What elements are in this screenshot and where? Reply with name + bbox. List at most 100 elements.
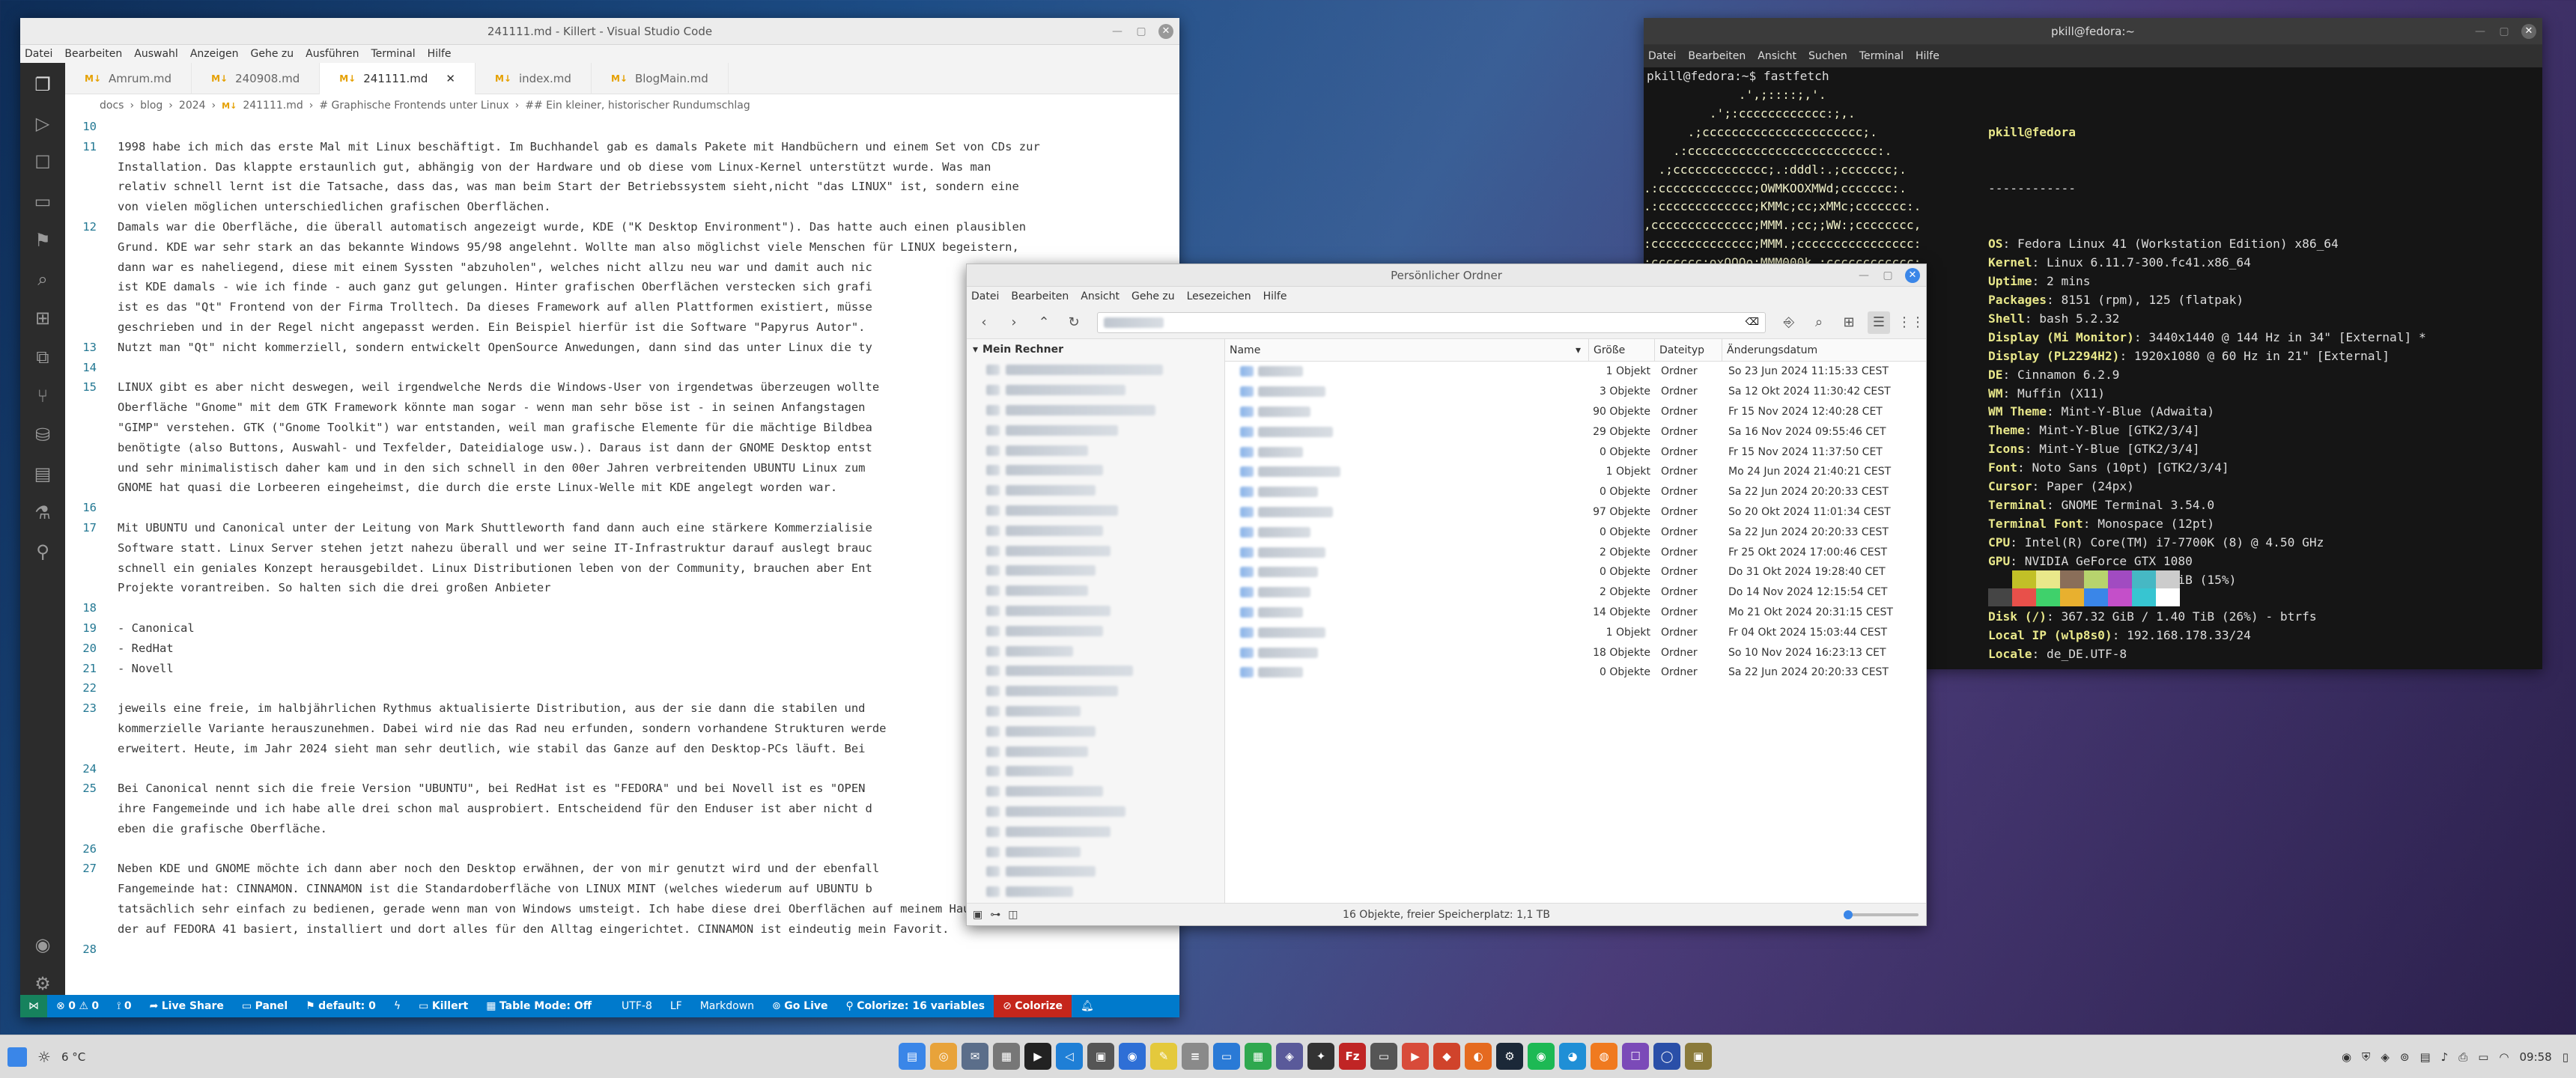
up-icon[interactable]: ⌃: [1033, 311, 1055, 334]
source-control-icon[interactable]: ⑂: [31, 385, 54, 407]
icon-view-icon[interactable]: ⊞: [1838, 311, 1860, 334]
volume-icon[interactable]: ♪: [2441, 1050, 2449, 1064]
branch-status[interactable]: ⚑ default: 0: [297, 1000, 385, 1012]
lightning-icon[interactable]: ϟ: [385, 1000, 410, 1012]
maximize-icon[interactable]: ▢: [1134, 25, 1148, 38]
menu-ansicht[interactable]: Ansicht: [1081, 290, 1120, 302]
minimize-icon[interactable]: —: [2473, 25, 2487, 38]
sidebar-item[interactable]: [967, 741, 1224, 761]
menu-datei[interactable]: Datei: [1648, 50, 1676, 62]
clear-location-icon[interactable]: ⌫: [1746, 317, 1759, 328]
table-row[interactable]: 1 Objekt Ordner So 23 Jun 2024 11:15:33 CE…: [1225, 362, 1926, 382]
editor-line[interactable]: 11 1998 habe ich mich das erste Mal mit L…: [65, 137, 1179, 157]
sidebar-item[interactable]: [967, 481, 1224, 501]
column-name[interactable]: Name ▾: [1225, 338, 1589, 362]
table-row[interactable]: 2 Objekte Ordner Do 14 Nov 2024 12:15:54 C…: [1225, 582, 1926, 603]
weather-icon[interactable]: ☼: [37, 1048, 51, 1066]
breadcrumb-h1[interactable]: # Graphische Frontends unter Linux: [319, 100, 508, 112]
menu-auswahl[interactable]: Auswahl: [134, 48, 178, 60]
minimize-icon[interactable]: —: [1857, 269, 1871, 282]
breadcrumb-docs[interactable]: docs: [100, 100, 124, 112]
tab-amrum[interactable]: M↓ Amrum.md: [65, 63, 192, 94]
close-icon[interactable]: ✕: [2521, 24, 2536, 39]
purple-app-icon[interactable]: ☐: [1622, 1043, 1649, 1070]
search-icon[interactable]: ⌕: [1808, 311, 1830, 334]
update-icon[interactable]: ◉: [2342, 1050, 2351, 1064]
bookmark-icon[interactable]: ⚑: [31, 229, 54, 252]
mail-app-icon[interactable]: ✉: [962, 1043, 988, 1070]
sidebar-item[interactable]: [967, 661, 1224, 681]
sidebar-item[interactable]: [967, 581, 1224, 601]
list-view-icon[interactable]: ☰: [1868, 311, 1890, 334]
editor-line[interactable]: 10: [65, 117, 1179, 137]
screenshot-app-icon[interactable]: ▣: [1087, 1043, 1114, 1070]
breadcrumb-file[interactable]: 241111.md: [243, 100, 303, 112]
table-row[interactable]: 0 Objekte Ordner Sa 22 Jun 2024 20:20:33 C…: [1225, 482, 1926, 502]
notes-app-icon[interactable]: ✎: [1150, 1043, 1177, 1070]
forward-icon[interactable]: ›: [1003, 311, 1025, 334]
edge-app-icon[interactable]: ◕: [1559, 1043, 1586, 1070]
tab-240908[interactable]: M↓ 240908.md: [192, 63, 321, 94]
editor-line[interactable]: Grund. KDE war sehr stark an das bekannt…: [65, 237, 1179, 258]
close-icon[interactable]: ✕: [1905, 268, 1920, 283]
chrome-app-icon[interactable]: ◎: [930, 1043, 957, 1070]
shield-icon[interactable]: ⛨: [2362, 1050, 2370, 1064]
desktop-show-icon[interactable]: ▯: [2563, 1050, 2569, 1064]
breadcrumb-blog[interactable]: blog: [140, 100, 162, 112]
table-mode-status[interactable]: ▦ Table Mode: Off: [477, 1000, 601, 1012]
remote-indicator-icon[interactable]: ⋈: [20, 995, 47, 1017]
table-row[interactable]: 90 Objekte Ordner Fr 15 Nov 2024 12:40:28 …: [1225, 402, 1926, 422]
location-bar[interactable]: ⌫: [1097, 311, 1766, 333]
menu-gehe-zu[interactable]: Gehe zu: [1131, 290, 1175, 302]
breadcrumb-2024[interactable]: 2024: [179, 100, 206, 112]
sidebar-item[interactable]: [967, 681, 1224, 701]
project-status[interactable]: ▭ Killert: [410, 1000, 477, 1012]
tab-blogmain[interactable]: M↓ BlogMain.md: [592, 63, 729, 94]
table-row[interactable]: 1 Objekt Ordner Fr 04 Okt 2024 15:03:44 CE…: [1225, 622, 1926, 642]
panel-button[interactable]: ▭ Panel: [233, 1000, 297, 1012]
language-status[interactable]: Markdown: [691, 1000, 763, 1012]
breadcrumb-h2[interactable]: ## Ein kleiner, historischer Rundumschla…: [525, 100, 750, 112]
maximize-icon[interactable]: ▢: [2497, 25, 2511, 38]
menu-bearbeiten[interactable]: Bearbeiten: [64, 48, 122, 60]
filezilla-app-icon[interactable]: Fz: [1339, 1043, 1366, 1070]
explorer-icon[interactable]: ❐: [31, 73, 54, 96]
menu-bearbeiten[interactable]: Bearbeiten: [1688, 50, 1746, 62]
tree-icon[interactable]: ⊶: [990, 909, 1000, 921]
table-row[interactable]: 29 Objekte Ordner Sa 16 Nov 2024 09:55:46 …: [1225, 421, 1926, 442]
steam-app-icon[interactable]: ⚙: [1496, 1043, 1523, 1070]
tab-index[interactable]: M↓ index.md: [476, 63, 592, 94]
printer-icon[interactable]: ⎙: [2458, 1050, 2467, 1064]
places-icon[interactable]: ▣: [973, 909, 982, 921]
sidebar-item[interactable]: [967, 401, 1224, 421]
editor-line[interactable]: 12 Damals war die Oberfläche, die überall…: [65, 217, 1179, 237]
problems-status[interactable]: ⊗ 0 ⚠ 0: [47, 1000, 108, 1012]
clipboard-icon[interactable]: ▤: [2419, 1050, 2430, 1064]
back-icon[interactable]: ‹: [973, 311, 995, 334]
eol-status[interactable]: LF: [661, 1000, 691, 1012]
sidebar-item[interactable]: [967, 821, 1224, 841]
menu-bearbeiten[interactable]: Bearbeiten: [1011, 290, 1069, 302]
table-row[interactable]: 1 Objekt Ordner Mo 24 Jun 2024 21:40:21 CE…: [1225, 462, 1926, 482]
menu-terminal[interactable]: Terminal: [371, 48, 416, 60]
sidebar-item[interactable]: [967, 761, 1224, 782]
git-graph-icon[interactable]: ⚲: [31, 540, 54, 563]
battery-icon[interactable]: ▭: [2478, 1050, 2488, 1064]
zoom-slider-handle[interactable]: [1844, 910, 1853, 919]
reload-icon[interactable]: ↻: [1063, 311, 1085, 334]
sidebar-item[interactable]: [967, 440, 1224, 460]
sidebar-item[interactable]: [967, 802, 1224, 822]
table-row[interactable]: 0 Objekte Ordner Fr 15 Nov 2024 11:37:50 C…: [1225, 442, 1926, 462]
terminal-titlebar[interactable]: pkill@fedora:~ — ▢ ✕: [1644, 18, 2542, 45]
tab-close-icon[interactable]: ✕: [446, 72, 455, 85]
table-row[interactable]: 3 Objekte Ordner Sa 12 Okt 2024 11:30:42 C…: [1225, 382, 1926, 402]
media-app-icon[interactable]: ◈: [1276, 1043, 1303, 1070]
sidebar-item[interactable]: [967, 721, 1224, 741]
sidebar-item[interactable]: [967, 701, 1224, 722]
ports-status[interactable]: ⟟ 0: [108, 1000, 140, 1012]
firefox-app-icon[interactable]: ◐: [1465, 1043, 1492, 1070]
menu-ausfuehren[interactable]: Ausführen: [306, 48, 359, 60]
gear-icon[interactable]: ⚙: [31, 972, 54, 995]
sidebar-item[interactable]: [967, 460, 1224, 481]
network-icon[interactable]: ⊚: [2400, 1050, 2410, 1064]
